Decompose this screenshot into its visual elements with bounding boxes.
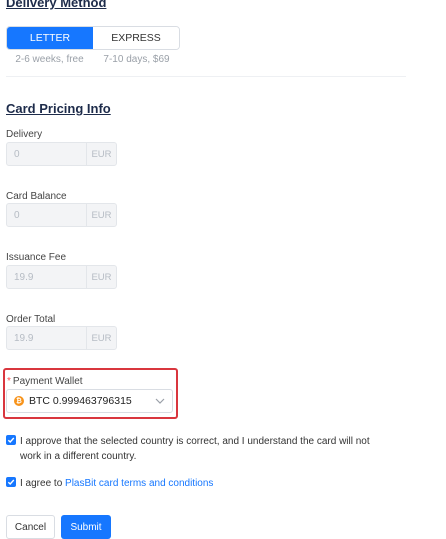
delivery-method-title: Delivery Method — [6, 0, 107, 10]
card-balance-value: 0 — [14, 209, 20, 221]
order-total-label: Order Total — [6, 314, 56, 325]
payment-wallet-label: * Payment Wallet — [7, 376, 83, 387]
delivery-fee-unit: EUR — [86, 143, 116, 165]
delivery-fee-label: Delivery — [6, 129, 43, 140]
issuance-fee-field: 19.9 EUR — [6, 265, 117, 289]
bitcoin-icon: ₿ — [14, 396, 24, 406]
terms-agreement-prefix: I agree to — [20, 478, 66, 489]
section-divider — [6, 76, 406, 77]
required-mark: * — [7, 376, 11, 387]
cancel-button[interactable]: Cancel — [6, 515, 55, 539]
issuance-fee-label: Issuance Fee — [6, 252, 67, 263]
delivery-method-selector: LETTER EXPRESS — [6, 26, 180, 50]
chevron-down-icon — [153, 394, 167, 408]
payment-wallet-select[interactable]: ₿ BTC 0.999463796315 — [6, 389, 173, 413]
delivery-fee-value: 0 — [14, 148, 20, 160]
submit-button[interactable]: Submit — [61, 515, 111, 539]
country-agreement-checkbox[interactable] — [6, 435, 16, 445]
payment-wallet-value: BTC 0.999463796315 — [29, 395, 132, 407]
country-agreement-row: I approve that the selected country is c… — [6, 434, 386, 464]
delivery-option-letter[interactable]: LETTER — [7, 27, 93, 49]
delivery-option-express[interactable]: EXPRESS — [93, 27, 179, 49]
terms-link[interactable]: PlasBit card terms and conditions — [65, 478, 213, 489]
issuance-fee-value: 19.9 — [14, 271, 34, 283]
order-total-value: 19.9 — [14, 332, 34, 344]
order-total-unit: EUR — [86, 327, 116, 349]
issuance-fee-unit: EUR — [86, 266, 116, 288]
card-balance-label: Card Balance — [6, 191, 67, 202]
terms-agreement-checkbox[interactable] — [6, 477, 16, 487]
payment-wallet-label-text: Payment Wallet — [12, 376, 83, 387]
country-agreement-text: I approve that the selected country is c… — [20, 436, 370, 462]
letter-hint: 2-6 weeks, free — [15, 54, 84, 65]
card-balance-unit: EUR — [86, 204, 116, 226]
card-pricing-title: Card Pricing Info — [6, 101, 111, 116]
terms-agreement-row: I agree to PlasBit card terms and condit… — [6, 476, 213, 491]
card-balance-field: 0 EUR — [6, 203, 117, 227]
express-hint: 7-10 days, $69 — [103, 54, 170, 65]
order-total-field: 19.9 EUR — [6, 326, 117, 350]
delivery-option-hints: 2-6 weeks, free 7-10 days, $69 — [6, 54, 180, 65]
delivery-fee-field: 0 EUR — [6, 142, 117, 166]
